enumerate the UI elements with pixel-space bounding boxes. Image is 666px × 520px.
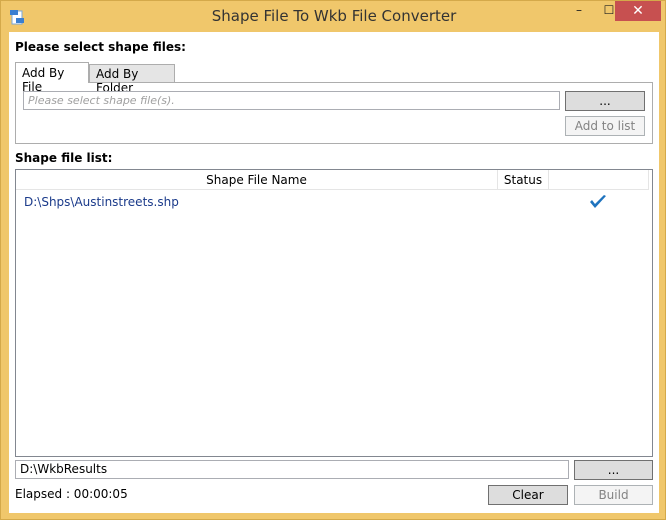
clear-button[interactable]: Clear bbox=[488, 485, 568, 505]
app-window: Shape File To Wkb File Converter – ☐ ✕ P… bbox=[0, 0, 666, 520]
row-file-name: D:\Shps\Austinstreets.shp bbox=[24, 195, 179, 209]
browse-output-button[interactable]: ... bbox=[574, 460, 653, 480]
elapsed-time: Elapsed : 00:00:05 bbox=[15, 487, 128, 501]
output-path-input[interactable]: D:\WkbResults bbox=[15, 460, 569, 479]
close-button[interactable]: ✕ bbox=[615, 1, 661, 21]
minimize-icon: – bbox=[576, 3, 582, 17]
client-area: Please select shape files: Add By File A… bbox=[9, 32, 659, 513]
tab-add-by-folder[interactable]: Add By Folder bbox=[89, 64, 175, 95]
shape-file-list[interactable]: Shape File Name Status D:\Shps\Austinstr… bbox=[15, 169, 653, 457]
shape-file-input[interactable]: Please select shape file(s). bbox=[23, 91, 560, 110]
column-header-extra[interactable] bbox=[549, 170, 649, 190]
build-button[interactable]: Build bbox=[574, 485, 653, 505]
output-path-value: D:\WkbResults bbox=[20, 462, 108, 476]
tab-add-by-file[interactable]: Add By File bbox=[15, 62, 89, 94]
checkmark-icon bbox=[590, 195, 606, 208]
list-row[interactable]: D:\Shps\Austinstreets.shp bbox=[16, 192, 652, 212]
select-files-label: Please select shape files: bbox=[15, 40, 186, 54]
browse-shape-button[interactable]: ... bbox=[565, 91, 645, 111]
close-icon: ✕ bbox=[632, 3, 644, 19]
add-to-list-button[interactable]: Add to list bbox=[565, 116, 645, 136]
maximize-icon: ☐ bbox=[603, 3, 615, 17]
shape-list-label: Shape file list: bbox=[15, 151, 113, 165]
title-bar[interactable]: Shape File To Wkb File Converter – ☐ ✕ bbox=[1, 1, 666, 31]
column-header-status[interactable]: Status bbox=[498, 170, 549, 190]
column-header-name[interactable]: Shape File Name bbox=[16, 170, 498, 190]
shape-file-placeholder: Please select shape file(s). bbox=[28, 94, 175, 107]
minimize-button[interactable]: – bbox=[566, 3, 592, 23]
